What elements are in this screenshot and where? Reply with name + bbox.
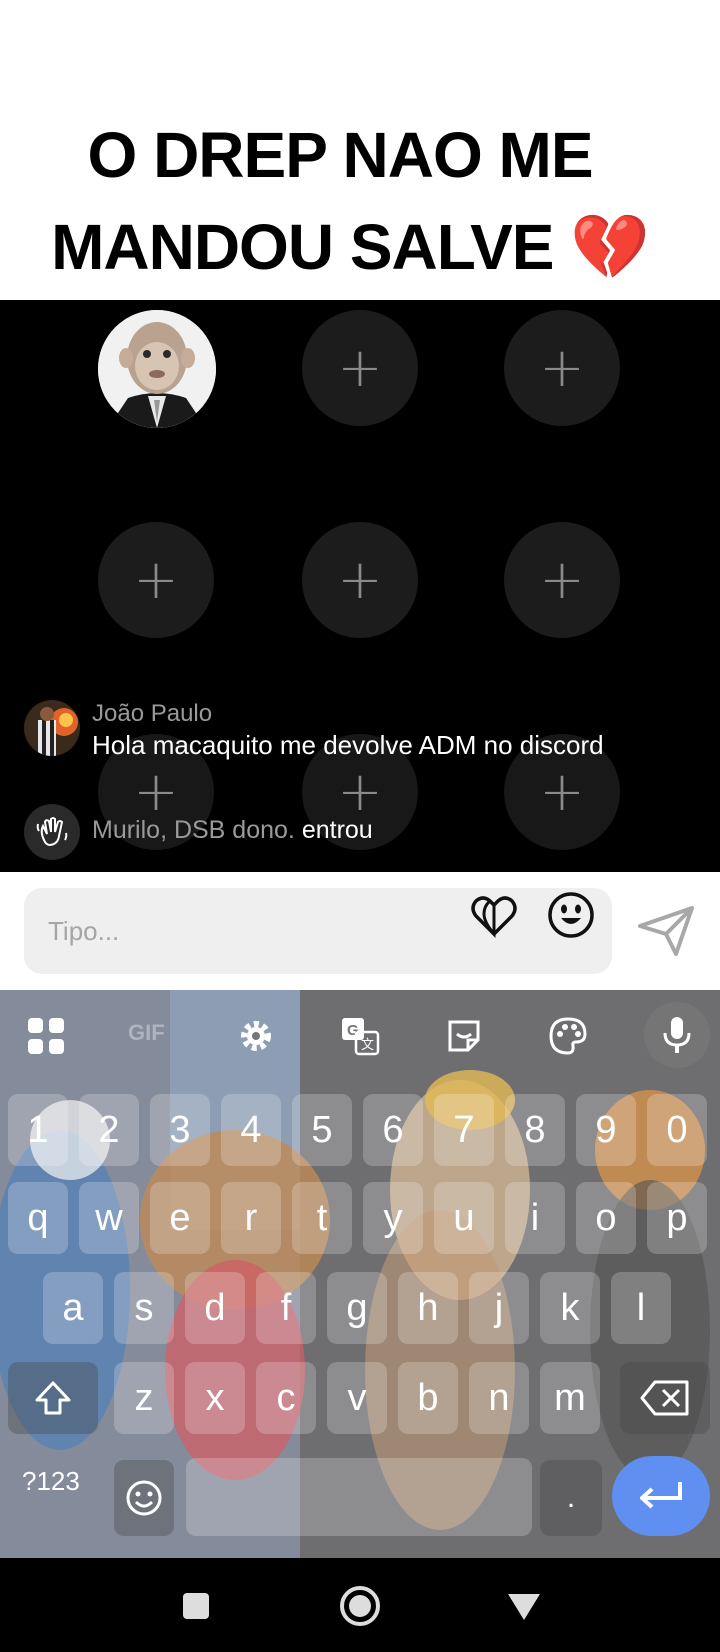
key-s[interactable]: s bbox=[114, 1272, 174, 1344]
key-6[interactable]: 6 bbox=[363, 1094, 423, 1166]
sticker-icon[interactable] bbox=[438, 1010, 490, 1062]
key-o[interactable]: o bbox=[576, 1182, 636, 1254]
microphone-icon[interactable] bbox=[644, 1002, 710, 1068]
key-n[interactable]: n bbox=[469, 1362, 529, 1434]
key-i[interactable]: i bbox=[505, 1182, 565, 1254]
key-7[interactable]: 7 bbox=[434, 1094, 494, 1166]
symbols-key[interactable]: ?123 bbox=[22, 1466, 80, 1497]
key-v[interactable]: v bbox=[327, 1362, 387, 1434]
caption-line-1: O DREP NAO ME bbox=[87, 119, 594, 191]
key-1[interactable]: 1 bbox=[8, 1094, 68, 1166]
seat-4[interactable]: + bbox=[98, 522, 214, 638]
system-navigation-bar bbox=[0, 1558, 720, 1652]
key-q[interactable]: q bbox=[8, 1182, 68, 1254]
seat-2[interactable]: + bbox=[302, 310, 418, 426]
chat-author-name: João Paulo bbox=[92, 700, 213, 727]
smiley-icon bbox=[126, 1480, 162, 1516]
svg-text:文: 文 bbox=[361, 1038, 374, 1053]
key-5[interactable]: 5 bbox=[292, 1094, 352, 1166]
smiley-icon[interactable] bbox=[546, 890, 596, 940]
key-z[interactable]: z bbox=[114, 1362, 174, 1434]
host-avatar[interactable] bbox=[98, 310, 216, 428]
join-notification: Murilo, DSB dono. entrou bbox=[24, 804, 373, 860]
add-seat-icon: + bbox=[337, 548, 383, 611]
send-icon[interactable] bbox=[636, 904, 696, 958]
key-e[interactable]: e bbox=[150, 1182, 210, 1254]
shift-icon bbox=[35, 1381, 71, 1415]
key-t[interactable]: t bbox=[292, 1182, 352, 1254]
key-a[interactable]: a bbox=[43, 1272, 103, 1344]
backspace-key[interactable] bbox=[620, 1362, 710, 1434]
monkey-avatar-icon bbox=[98, 310, 216, 428]
recents-square-icon[interactable] bbox=[172, 1582, 220, 1630]
back-triangle-icon[interactable] bbox=[500, 1582, 548, 1630]
key-y[interactable]: y bbox=[363, 1182, 423, 1254]
screen: O DREP NAO ME MANDOU SALVE 💔 + + + + + +… bbox=[0, 0, 720, 1652]
key-0[interactable]: 0 bbox=[647, 1094, 707, 1166]
key-f[interactable]: f bbox=[256, 1272, 316, 1344]
palette-icon[interactable] bbox=[542, 1010, 594, 1062]
key-g[interactable]: g bbox=[327, 1272, 387, 1344]
chat-message-text: Hola macaquito me devolve ADM no discord bbox=[92, 730, 604, 760]
caption-line-2: MANDOU SALVE 💔 bbox=[51, 211, 650, 283]
seat-5[interactable]: + bbox=[302, 522, 418, 638]
key-l[interactable]: l bbox=[611, 1272, 671, 1344]
translate-icon[interactable]: G文 bbox=[334, 1010, 386, 1062]
message-input[interactable]: Tipo... bbox=[24, 888, 612, 974]
key-d[interactable]: d bbox=[185, 1272, 245, 1344]
key-j[interactable]: j bbox=[469, 1272, 529, 1344]
voice-room-seats: + + + + + + + + João Paulo Hola macaquit… bbox=[0, 300, 720, 872]
keyboard-toolbar: GIF G文 bbox=[0, 990, 720, 1082]
key-k[interactable]: k bbox=[540, 1272, 600, 1344]
message-input-bar: Tipo... bbox=[0, 872, 720, 990]
backspace-icon bbox=[640, 1380, 689, 1416]
period-key[interactable]: . bbox=[540, 1460, 602, 1536]
seat-3[interactable]: + bbox=[504, 310, 620, 426]
key-h[interactable]: h bbox=[398, 1272, 458, 1344]
enter-arrow-icon bbox=[640, 1482, 682, 1509]
add-seat-icon: + bbox=[539, 548, 585, 611]
key-9[interactable]: 9 bbox=[576, 1094, 636, 1166]
add-seat-icon: + bbox=[539, 760, 585, 823]
keyboard: GIF G文 1 2 3 4 5 6 7 8 9 0 q w e r t y u… bbox=[0, 990, 720, 1558]
apps-grid-icon[interactable] bbox=[20, 1010, 72, 1062]
shift-key[interactable] bbox=[8, 1362, 98, 1434]
key-3[interactable]: 3 bbox=[150, 1094, 210, 1166]
key-r[interactable]: r bbox=[221, 1182, 281, 1254]
join-text: Murilo, DSB dono. entrou bbox=[92, 816, 373, 845]
key-4[interactable]: 4 bbox=[221, 1094, 281, 1166]
key-x[interactable]: x bbox=[185, 1362, 245, 1434]
key-w[interactable]: w bbox=[79, 1182, 139, 1254]
key-p[interactable]: p bbox=[647, 1182, 707, 1254]
add-seat-icon: + bbox=[337, 336, 383, 399]
user-avatar-icon[interactable] bbox=[24, 700, 80, 756]
home-circle-icon[interactable] bbox=[336, 1582, 384, 1630]
join-user-name: Murilo, DSB dono. bbox=[92, 816, 295, 844]
chat-message: João Paulo Hola macaquito me devolve ADM… bbox=[24, 700, 604, 761]
join-action: entrou bbox=[301, 816, 373, 844]
key-m[interactable]: m bbox=[540, 1362, 600, 1434]
enter-key[interactable] bbox=[612, 1456, 710, 1536]
caption-area: O DREP NAO ME MANDOU SALVE 💔 bbox=[0, 0, 720, 300]
add-seat-icon: + bbox=[133, 548, 179, 611]
key-u[interactable]: u bbox=[434, 1182, 494, 1254]
emoji-key[interactable] bbox=[114, 1460, 174, 1536]
gear-icon[interactable] bbox=[230, 1010, 282, 1062]
waving-hand-icon bbox=[24, 804, 80, 860]
key-8[interactable]: 8 bbox=[505, 1094, 565, 1166]
key-b[interactable]: b bbox=[398, 1362, 458, 1434]
add-seat-icon: + bbox=[539, 336, 585, 399]
heart-icon[interactable] bbox=[470, 892, 518, 940]
seat-6[interactable]: + bbox=[504, 522, 620, 638]
message-input-placeholder: Tipo... bbox=[48, 916, 120, 946]
gif-button[interactable]: GIF bbox=[128, 1020, 165, 1046]
key-c[interactable]: c bbox=[256, 1362, 316, 1434]
key-2[interactable]: 2 bbox=[79, 1094, 139, 1166]
space-bar[interactable] bbox=[186, 1458, 532, 1536]
